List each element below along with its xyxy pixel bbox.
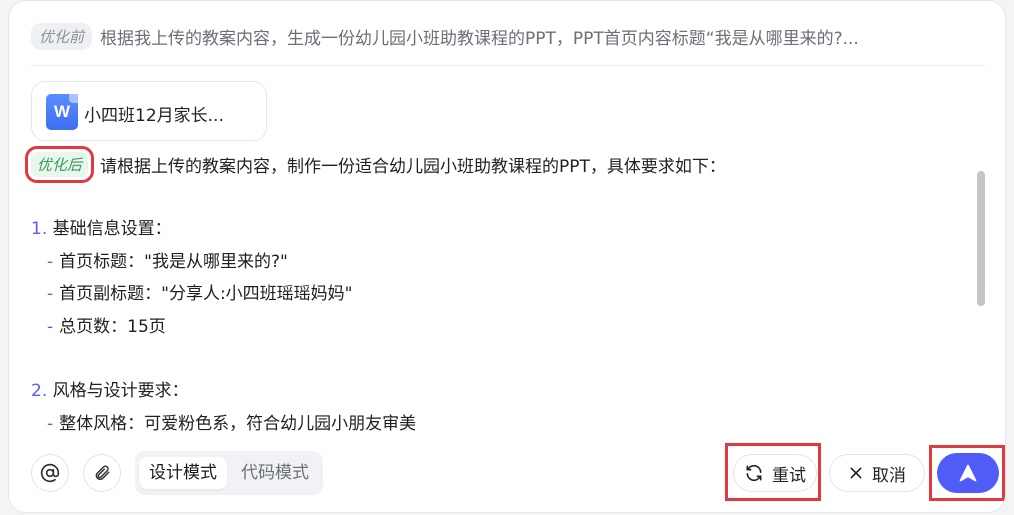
section-heading: 1. 基础信息设置： xyxy=(31,213,965,246)
list-item: - 整体风格：可爱粉色系，符合幼儿园小朋友审美 xyxy=(31,408,965,441)
bullet-dash: - xyxy=(47,316,54,337)
cancel-button[interactable]: 取消 xyxy=(829,454,925,492)
bottom-toolbar: 设计模式 代码模式 重试 取消 xyxy=(31,443,1005,501)
mode-switch: 设计模式 代码模式 xyxy=(135,451,323,495)
retry-label: 重试 xyxy=(772,465,806,486)
bullet-dash: - xyxy=(47,284,54,304)
section-heading: 2. 风格与设计要求： xyxy=(31,375,965,408)
list-item: - 总页数：15页 xyxy=(31,311,965,344)
prompt-optimizer-card: 优化前 根据我上传的教案内容，生成一份幼儿园小班助教课程的PPT，PPT首页内容… xyxy=(8,0,1006,513)
after-badge: 优化后 xyxy=(24,145,95,183)
section-title: 风格与设计要求： xyxy=(52,381,189,401)
optimized-prompt-content: 1. 基础信息设置： - 首页标题："我是从哪里来的?" - 首页副标题："分享人:… xyxy=(31,213,965,440)
divider xyxy=(31,65,985,66)
scrollbar-thumb[interactable] xyxy=(977,171,985,306)
list-item-text: 首页副标题："分享人:小四班瑶瑶妈妈" xyxy=(59,284,353,304)
before-badge: 优化前 xyxy=(31,22,93,50)
bullet-dash: - xyxy=(47,413,54,434)
send-button[interactable] xyxy=(937,453,999,493)
section-number: 1. xyxy=(31,219,48,239)
retry-button[interactable]: 重试 xyxy=(733,454,817,492)
section-title: 基础信息设置： xyxy=(52,219,172,239)
cancel-label: 取消 xyxy=(872,465,906,486)
word-doc-icon: W xyxy=(46,94,78,130)
arrow-up-icon xyxy=(959,464,977,482)
optimized-prompt-intro: 请根据上传的教案内容，制作一份适合幼儿园小班助教课程的PPT，具体要求如下： xyxy=(100,156,726,177)
code-mode-tab[interactable]: 代码模式 xyxy=(231,457,319,489)
bullet-dash: - xyxy=(47,251,54,272)
at-icon xyxy=(40,463,60,483)
optimized-prompt-heading: 优化后 请根据上传的教案内容，制作一份适合幼儿园小班助教课程的PPT，具体要求如… xyxy=(24,145,975,183)
list-item-text: 总页数：15页 xyxy=(59,316,166,337)
original-prompt-row: 优化前 根据我上传的教案内容，生成一份幼儿园小班助教课程的PPT，PPT首页内容… xyxy=(31,21,985,51)
mention-button[interactable] xyxy=(31,454,69,492)
optimized-prompt-area[interactable]: 优化后 请根据上传的教案内容，制作一份适合幼儿园小班助教课程的PPT，具体要求如… xyxy=(9,143,1005,441)
list-item-text: 首页标题："我是从哪里来的?" xyxy=(59,251,288,272)
refresh-icon xyxy=(744,463,764,483)
list-item: - 首页副标题："分享人:小四班瑶瑶妈妈" xyxy=(31,278,965,311)
paperclip-icon xyxy=(95,465,110,481)
original-prompt-text: 根据我上传的教案内容，生成一份幼儿园小班助教课程的PPT，PPT首页内容标题“我… xyxy=(100,28,859,49)
attachment-chip[interactable]: W 小四班12月家长... xyxy=(31,81,267,141)
design-mode-tab[interactable]: 设计模式 xyxy=(139,457,227,489)
attachment-name: 小四班12月家长... xyxy=(84,106,224,126)
list-item-text: 整体风格：可爱粉色系，符合幼儿园小朋友审美 xyxy=(59,413,417,434)
list-item: - 首页标题："我是从哪里来的?" xyxy=(31,246,965,279)
attach-button[interactable] xyxy=(83,454,121,492)
close-icon xyxy=(848,465,864,481)
section-number: 2. xyxy=(31,381,48,401)
